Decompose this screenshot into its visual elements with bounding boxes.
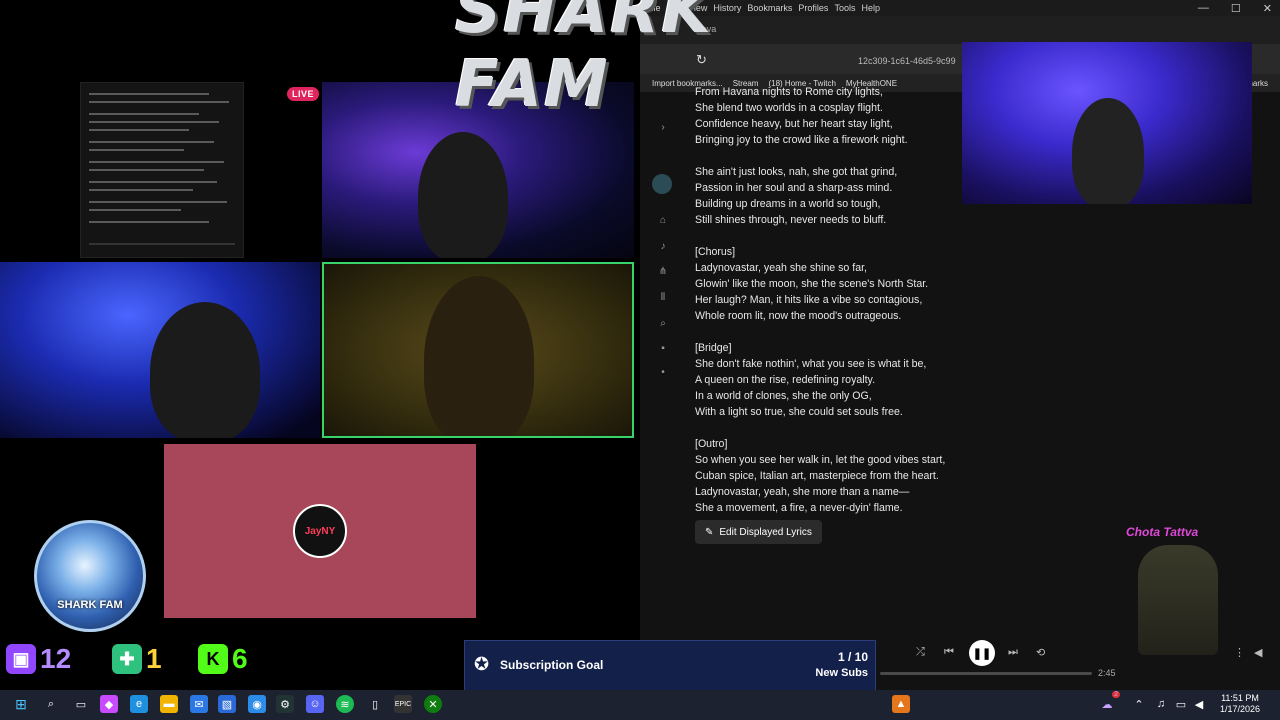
lyric-line: So when you see her walk in, let the goo… — [695, 454, 946, 466]
lyric-line: Ladynovastar, yeah she shine so far, — [695, 262, 867, 274]
lyric-line: Whole room lit, now the mood's outrageou… — [695, 310, 902, 322]
edit-lyrics-button[interactable]: ✎ Edit Displayed Lyrics — [695, 520, 822, 544]
webcam-feed-right-active — [322, 262, 634, 438]
lyric-line: [Chorus] — [695, 246, 736, 258]
pause-button[interactable]: ❚❚ — [969, 640, 995, 666]
lyric-line — [695, 420, 1115, 436]
kick-count-value: 6 — [232, 643, 248, 674]
webcam-feed-top-right — [962, 42, 1252, 204]
repeat-icon[interactable]: ⟲ — [1036, 646, 1045, 659]
url-text[interactable]: 12c309-1c61-46d5-9c99 — [858, 56, 956, 66]
home-icon[interactable]: ⌂ — [657, 215, 669, 227]
window-controls: — ☐ ✕ — [1198, 2, 1272, 15]
music-note-icon[interactable]: ♪ — [657, 241, 669, 253]
previous-icon[interactable]: ⏮ — [944, 646, 954, 659]
lyric-line: Glowin' like the moon, she the scene's N… — [695, 278, 929, 290]
volume-icon[interactable]: ◀ — [1254, 646, 1262, 659]
discord-icon[interactable]: ☺ — [306, 695, 324, 713]
webcam-feed-left — [0, 262, 320, 438]
lyric-line: Still shines through, never needs to blu… — [695, 214, 887, 226]
steam-icon[interactable]: ⚙ — [276, 695, 294, 713]
brave-icon[interactable]: ▲ — [892, 695, 910, 713]
shark-fam-title: SHARK FAM — [455, 0, 714, 122]
twitch-icon: ▣ — [6, 644, 36, 674]
twitch-count-value: 12 — [40, 643, 72, 674]
epic-games-icon[interactable]: EPIC — [394, 695, 412, 713]
clock-time: 11:51 PM — [1221, 693, 1259, 703]
shuffle-icon[interactable]: ⤮ — [916, 646, 925, 659]
document-icon[interactable]: ▯ — [366, 695, 384, 713]
network-icon[interactable]: ▭ — [1172, 695, 1190, 713]
playback-progress-track[interactable] — [880, 672, 1092, 675]
kick-icon: K — [198, 644, 228, 674]
photos-icon[interactable]: ▧ — [218, 695, 236, 713]
speaker-icon[interactable]: ◀ — [1190, 695, 1208, 713]
search-icon[interactable]: ⌕ — [657, 318, 669, 330]
file-explorer-icon[interactable]: ▬ — [160, 695, 178, 713]
shark-fam-logo: SHARK FAM — [34, 520, 146, 632]
spotify-icon[interactable]: ≋ — [336, 695, 354, 713]
subscription-goal-count: 1 / 10 — [837, 650, 868, 664]
track-duration: 2:45 — [1098, 668, 1116, 678]
app-side-rail — [640, 92, 684, 632]
close-icon[interactable]: ✕ — [1263, 2, 1272, 15]
lyric-line — [695, 228, 1115, 244]
puzzle-count-value: 1 — [146, 643, 162, 674]
lock-icon[interactable]: ▪ — [657, 343, 669, 355]
subscription-goal-unit: New Subs — [815, 667, 868, 679]
streamer-tag: Chota Tattva — [1126, 525, 1199, 539]
lyric-line: [Outro] — [695, 438, 728, 450]
star-icon: ✪ — [474, 654, 490, 674]
clock-date: 1/17/2026 — [1219, 704, 1261, 714]
screen-share-thumbnail — [80, 82, 244, 258]
twitch-count: ▣ 12 — [6, 640, 71, 678]
puzzle-count: ✚ 1 — [112, 640, 162, 678]
tray-app-icon[interactable]: ☁ 2 — [1098, 691, 1120, 713]
puzzle-icon: ✚ — [112, 644, 142, 674]
lyric-line: Cuban spice, Italian art, masterpiece fr… — [695, 470, 939, 482]
lyric-line: With a light so true, she could set soul… — [695, 406, 903, 418]
lyric-line: She a movement, a fire, a never-dyin' fl… — [695, 502, 903, 514]
shark-fam-logo-text: SHARK FAM — [57, 599, 123, 611]
next-icon[interactable]: ⏭ — [1008, 646, 1018, 659]
share-icon[interactable]: ⋔ — [657, 266, 669, 278]
lyric-line: Ladynovastar, yeah, she more than a name… — [695, 486, 910, 498]
expand-chevron-icon[interactable]: › — [657, 122, 669, 134]
library-icon[interactable]: ⫴ — [657, 292, 669, 304]
mail-icon[interactable]: ✉ — [190, 695, 208, 713]
copilot-icon[interactable]: ◆ — [100, 695, 118, 713]
pencil-icon: ✎ — [705, 526, 714, 538]
subscription-goal-title: Subscription Goal — [500, 658, 604, 672]
edit-lyrics-label: Edit Displayed Lyrics — [719, 526, 812, 538]
lyric-line: In a world of clones, she the only OG, — [695, 390, 872, 402]
notification-icon[interactable]: • — [657, 367, 669, 379]
kick-count: K 6 — [198, 640, 248, 678]
maximize-icon[interactable]: ☐ — [1231, 2, 1241, 15]
notification-badge: 2 — [1112, 691, 1120, 698]
app-logo-icon[interactable] — [652, 174, 672, 194]
lyric-line: [Bridge] — [695, 342, 732, 354]
more-options-icon[interactable]: ⋮ — [1234, 646, 1245, 659]
tray-chevron-icon[interactable]: ⌃ — [1130, 695, 1148, 713]
live-badge: LIVE — [287, 87, 320, 101]
system-clock[interactable]: 11:51 PM 1/17/2026 — [1210, 693, 1270, 715]
lyric-line — [695, 324, 1115, 340]
avatar: JayNY — [293, 504, 347, 558]
app-icon[interactable]: ◉ — [248, 695, 266, 713]
xbox-icon[interactable]: ✕ — [424, 695, 442, 713]
task-view-icon[interactable]: ▭ — [72, 695, 90, 713]
lyric-line: She don't fake nothin', what you see is … — [695, 358, 927, 370]
lyric-line: A queen on the rise, redefining royalty. — [695, 374, 876, 386]
microphone-icon[interactable]: ♫ — [1152, 695, 1170, 713]
windows-start-icon[interactable]: ⊞ — [12, 695, 30, 713]
search-icon[interactable]: ⌕ — [42, 695, 60, 713]
character-graphic — [1138, 545, 1218, 655]
minimize-icon[interactable]: — — [1198, 2, 1209, 15]
lyric-line: Her laugh? Man, it hits like a vibe so c… — [695, 294, 923, 306]
edge-icon[interactable]: e — [130, 695, 148, 713]
